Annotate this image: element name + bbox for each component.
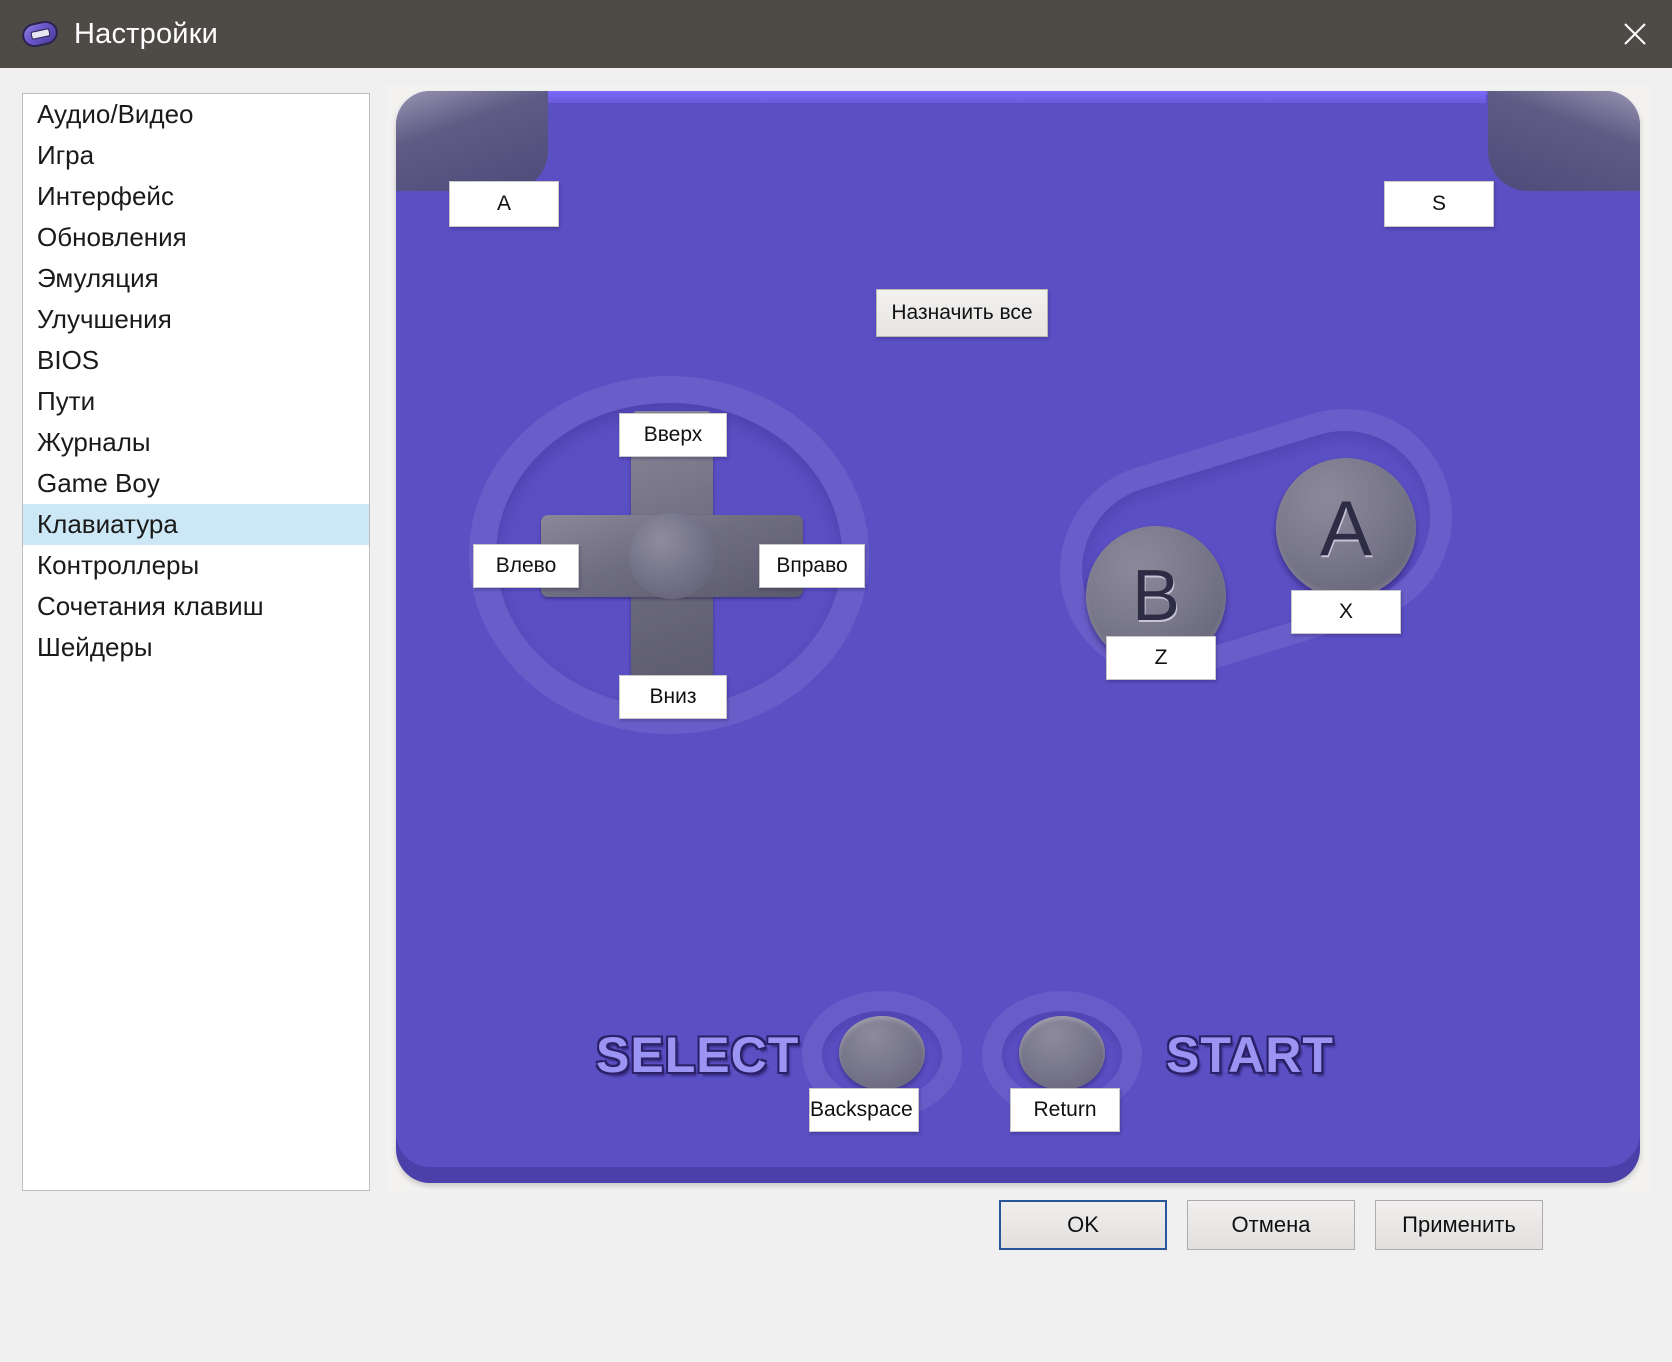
sidebar-item-label: Аудио/Видео <box>37 99 194 129</box>
title-bar: Настройки <box>0 0 1672 68</box>
assign-all-button[interactable]: Назначить все <box>876 289 1048 337</box>
face-button-b-label: B <box>1132 560 1180 632</box>
shoulder-button-right[interactable] <box>1488 91 1640 191</box>
sidebar-item-label: Клавиатура <box>37 509 178 539</box>
ok-button[interactable]: OK <box>999 1200 1167 1250</box>
sidebar-item-label: Эмуляция <box>37 263 159 293</box>
binding-button-b[interactable]: Z <box>1106 636 1216 680</box>
dialog-button-bar: OK Отмена Применить <box>0 1200 1672 1300</box>
apply-button[interactable]: Применить <box>1375 1200 1543 1250</box>
close-icon[interactable] <box>1598 0 1672 68</box>
sidebar-item-4[interactable]: Эмуляция <box>23 258 369 299</box>
binding-dpad-up[interactable]: Вверх <box>619 413 727 457</box>
binding-shoulder-right[interactable]: S <box>1384 181 1494 227</box>
face-button-a[interactable]: A <box>1276 458 1416 598</box>
sidebar-item-0[interactable]: Аудио/Видео <box>23 94 369 135</box>
sidebar-item-6[interactable]: BIOS <box>23 340 369 381</box>
sidebar-item-label: Пути <box>37 386 95 416</box>
cancel-button[interactable]: Отмена <box>1187 1200 1355 1250</box>
binding-button-a[interactable]: X <box>1291 590 1401 634</box>
window-title: Настройки <box>74 18 218 51</box>
sidebar-item-8[interactable]: Журналы <box>23 422 369 463</box>
sidebar-item-5[interactable]: Улучшения <box>23 299 369 340</box>
binding-start[interactable]: Return <box>1010 1088 1120 1132</box>
settings-category-list[interactable]: Аудио/Видео Игра Интерфейс Обновления Эмуляц… <box>22 93 370 1191</box>
binding-shoulder-left[interactable]: A <box>449 181 559 227</box>
face-button-a-label: A <box>1320 489 1372 567</box>
sidebar-item-11[interactable]: Контроллеры <box>23 545 369 586</box>
sidebar-item-12[interactable]: Сочетания клавиш <box>23 586 369 627</box>
sidebar-item-label: Интерфейс <box>37 181 174 211</box>
start-button[interactable] <box>1019 1016 1105 1090</box>
sidebar-item-label: Обновления <box>37 222 187 252</box>
gameboy-console-art: B A SELECT START <box>396 91 1640 1183</box>
sidebar-item-label: Игра <box>37 140 94 170</box>
sidebar-item-13[interactable]: Шейдеры <box>23 627 369 668</box>
sidebar-item-10[interactable]: Клавиатура <box>23 504 369 545</box>
dpad-center <box>629 513 715 599</box>
sidebar-item-9[interactable]: Game Boy <box>23 463 369 504</box>
select-button[interactable] <box>839 1016 925 1090</box>
binding-dpad-right[interactable]: Вправо <box>759 544 865 588</box>
keyboard-mapping-panel: B A SELECT START Назначить все A S Вверх… <box>386 85 1650 1191</box>
gameboy-icon <box>22 19 58 49</box>
console-top-highlight <box>546 91 1486 103</box>
start-text-label: START <box>1166 1026 1334 1084</box>
sidebar-item-label: Журналы <box>37 427 151 457</box>
sidebar-item-label: Контроллеры <box>37 550 199 580</box>
sidebar-item-7[interactable]: Пути <box>23 381 369 422</box>
shoulder-button-left[interactable] <box>396 91 548 191</box>
binding-dpad-left[interactable]: Влево <box>473 544 579 588</box>
sidebar-item-label: Сочетания клавиш <box>37 591 264 621</box>
sidebar-item-label: Game Boy <box>37 468 160 498</box>
sidebar-item-3[interactable]: Обновления <box>23 217 369 258</box>
sidebar-item-label: Улучшения <box>37 304 172 334</box>
sidebar-item-2[interactable]: Интерфейс <box>23 176 369 217</box>
sidebar-item-1[interactable]: Игра <box>23 135 369 176</box>
binding-dpad-down[interactable]: Вниз <box>619 675 727 719</box>
binding-select[interactable]: Backspace <box>809 1088 919 1132</box>
sidebar-item-label: Шейдеры <box>37 632 153 662</box>
select-text-label: SELECT <box>596 1026 799 1084</box>
sidebar-item-label: BIOS <box>37 345 99 375</box>
